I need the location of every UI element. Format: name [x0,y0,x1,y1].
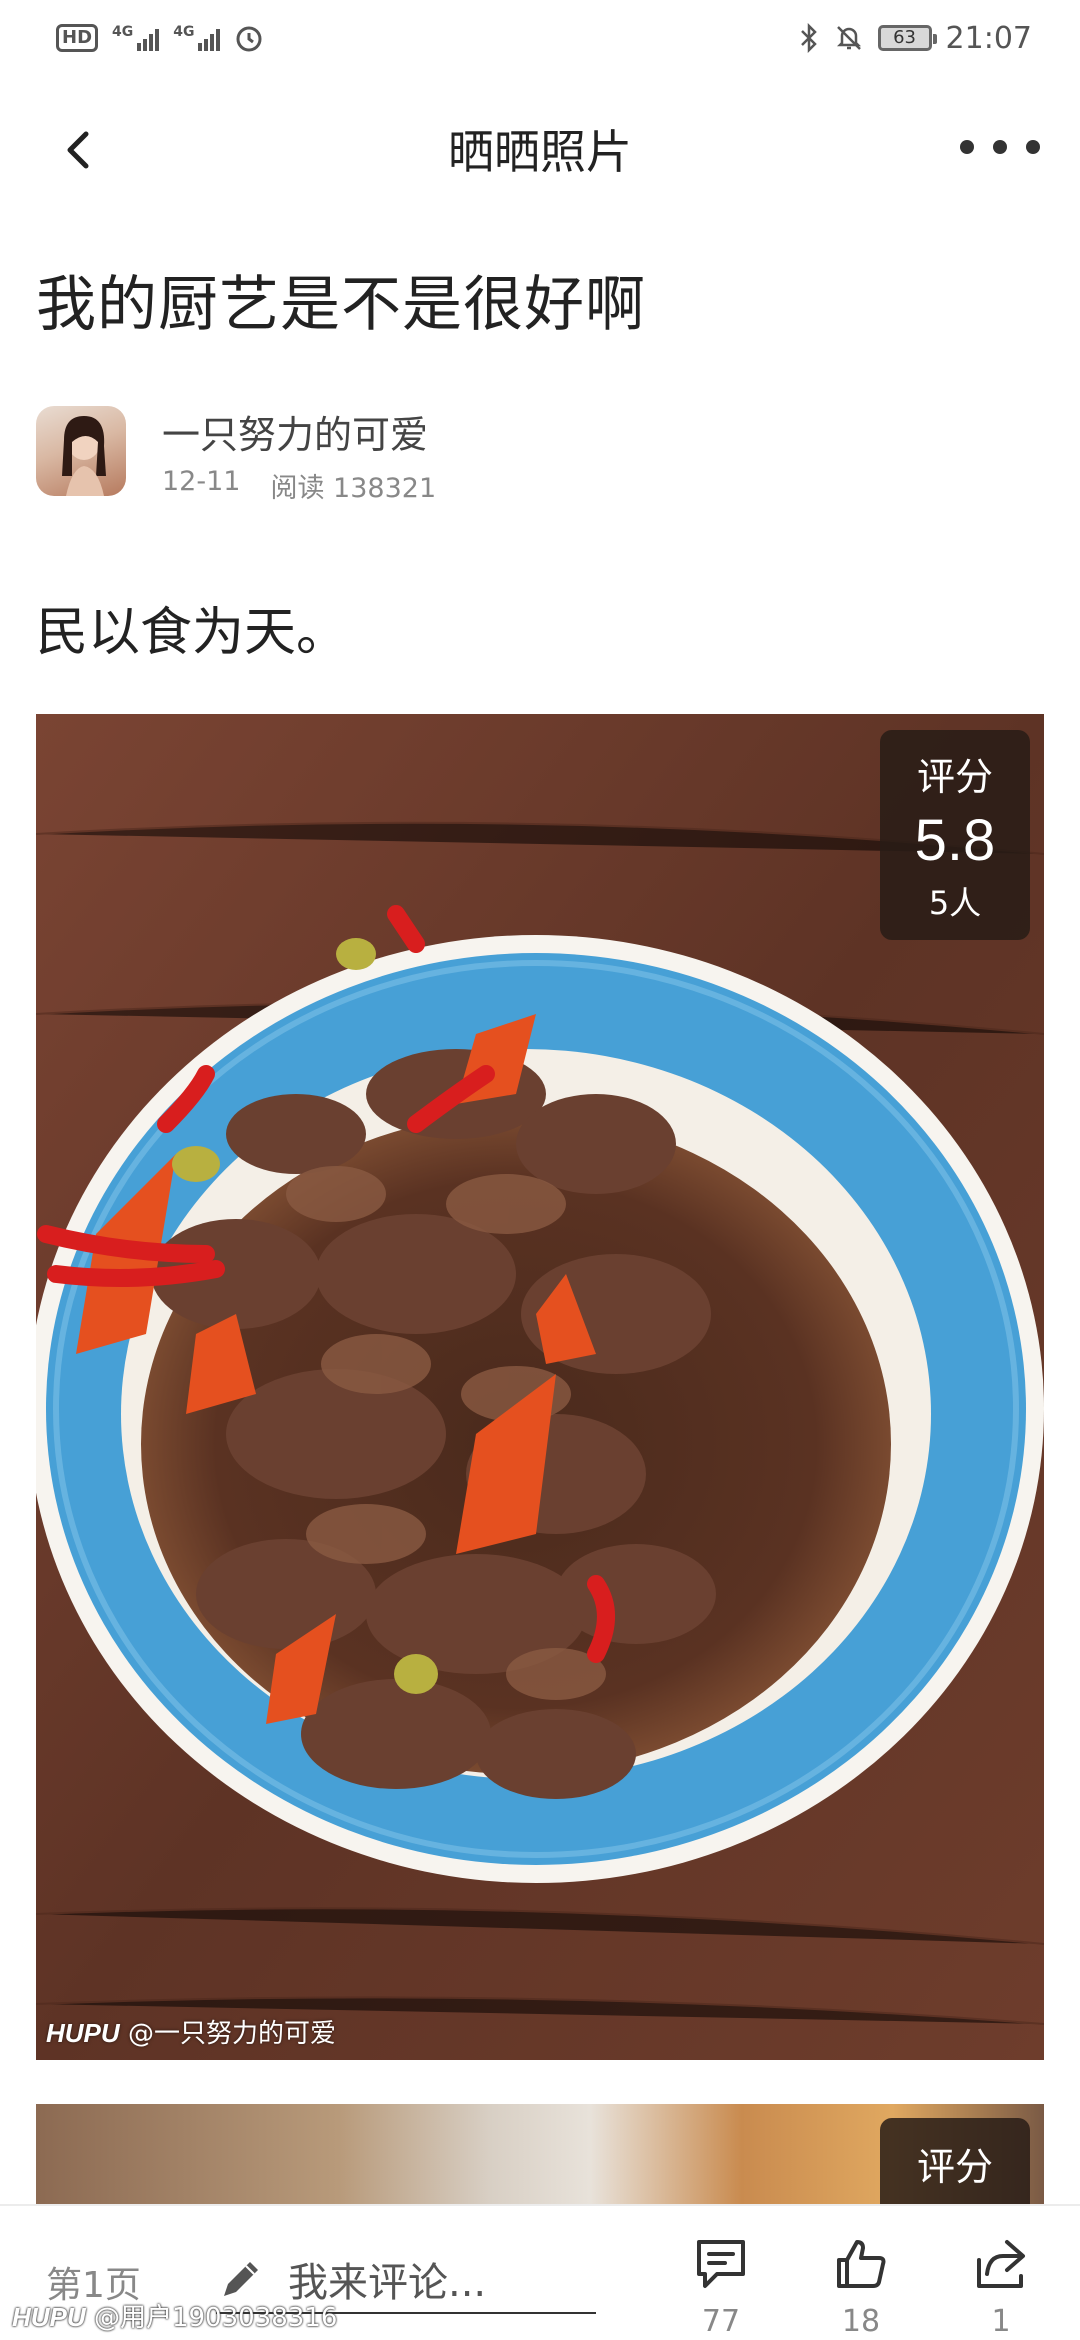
comment-icon [697,2240,745,2288]
hd-icon: HD [56,24,99,52]
rating-label: 评分 [916,755,993,799]
post-title: 我的厨艺是不是很好啊 [36,270,646,340]
status-bar: HD 4G 4G 63 21:07 [0,0,1080,76]
post-meta: 12-11 阅读 138321 [162,466,436,505]
author-name[interactable]: 一只努力的可爱 [162,404,428,459]
watermark-user: @一只努力的可爱 [127,2019,336,2049]
watermark-user: @用户1903038316 [93,2303,338,2333]
rating-score: 5.8 [914,808,996,873]
read-count: 阅读 138321 [270,473,437,504]
rating-label: 评分 [916,2145,993,2189]
like-count: 18 [841,2304,881,2339]
bluetooth-icon [800,23,817,53]
more-dots-icon [1026,140,1040,154]
status-left: HD 4G 4G [56,23,264,53]
photo-watermark: HUPU @一只努力的可爱 [46,2013,336,2050]
rating-badge[interactable]: 评分 5.8 5人 [880,730,1030,940]
share-count: 1 [991,2304,1011,2339]
status-right: 63 21:07 [798,21,1032,56]
screenshot-watermark: HUPU @用户1903038316 [12,2297,337,2334]
more-dots-icon [993,140,1007,154]
battery-icon: 63 [877,25,937,51]
status-time: 21:07 [945,20,1032,56]
mute-icon [836,26,861,50]
signal-4g-icon: 4G [112,25,160,51]
post-body: 民以食为天。 [36,603,349,663]
watermark-brand: HUPU [46,2018,120,2048]
share-button[interactable]: 1 [956,2234,1046,2339]
post-date: 12-11 [162,466,241,497]
more-button[interactable] [960,132,1040,162]
nav-bar: 晒晒照片 [0,76,1080,224]
like-button[interactable]: 18 [816,2234,906,2339]
post-photo[interactable]: 评分 5.8 5人 HUPU @一只努力的可爱 [36,714,1044,2060]
page-title: 晒晒照片 [448,125,632,179]
avatar[interactable] [36,406,126,496]
share-icon [977,2240,1025,2288]
thumbs-up-icon [837,2240,886,2288]
comment-button[interactable]: 77 [676,2234,766,2339]
watermark-brand: HUPU [12,2302,86,2332]
comment-count: 77 [701,2304,741,2339]
rating-count: 5人 [928,884,982,922]
bottom-toolbar: 第1页 我来评论... 77 18 1 HUPU @用户1903038316 [0,2204,1080,2340]
alarm-icon [236,26,262,52]
more-dots-icon [960,140,974,154]
signal-4g-icon: 4G [173,25,221,51]
